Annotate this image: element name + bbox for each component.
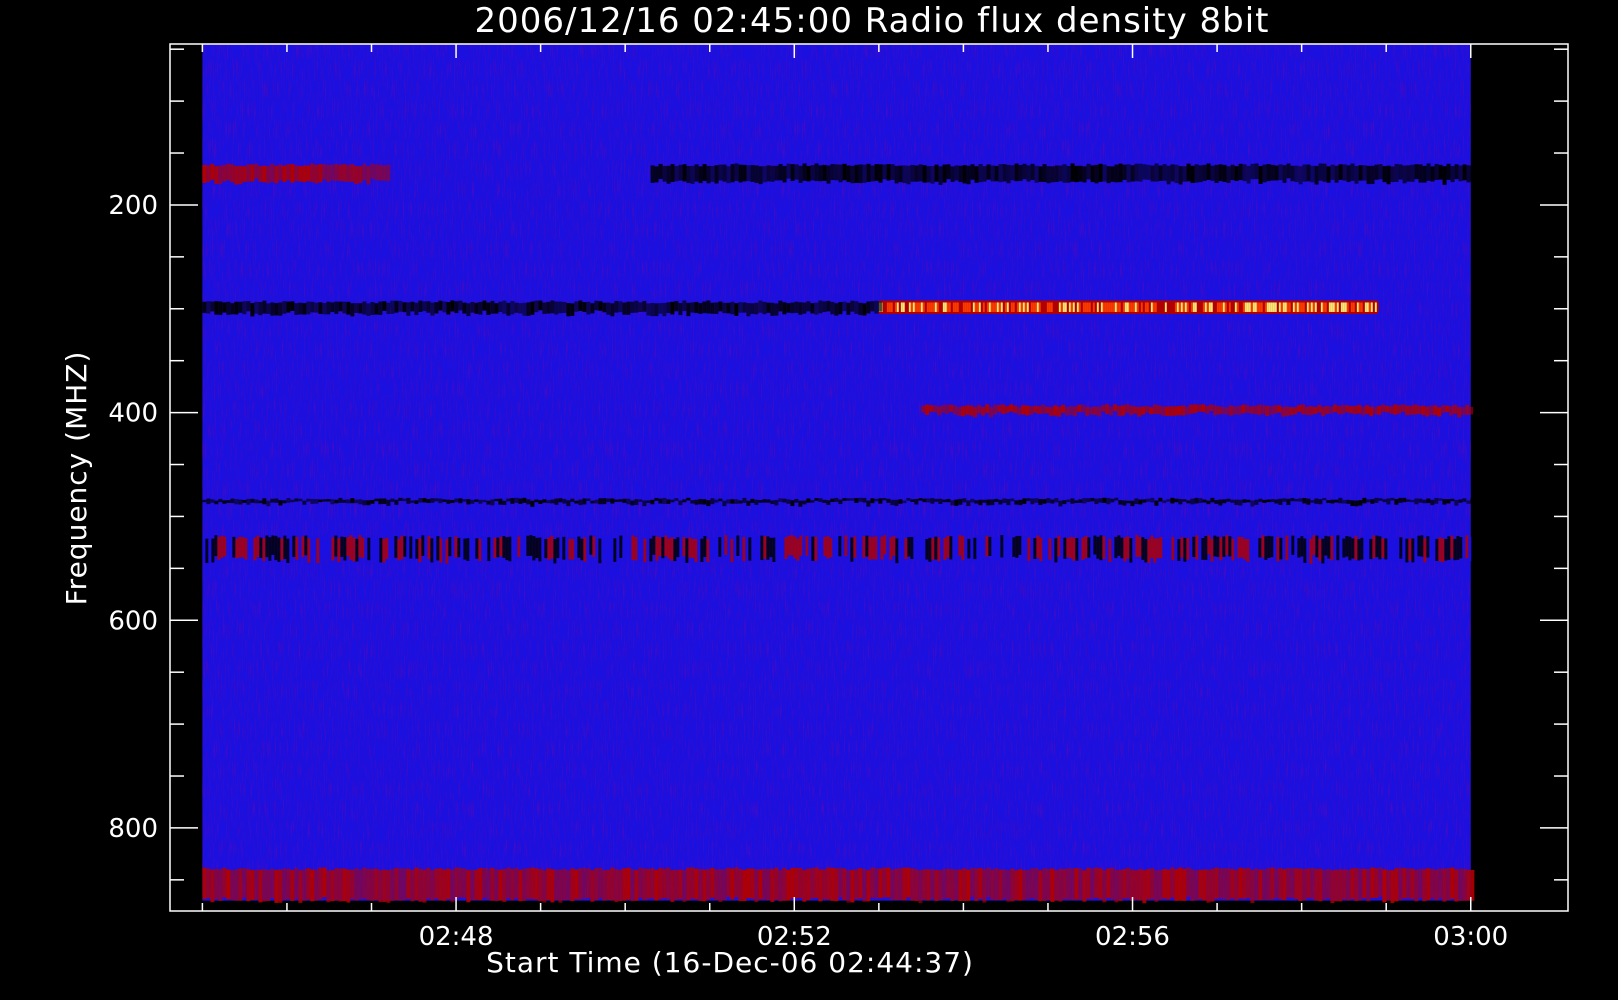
y-tick-label: 800: [108, 814, 158, 844]
chart-title: 2006/12/16 02:45:00 Radio flux density 8…: [475, 1, 1270, 41]
y-tick-label: 600: [108, 606, 158, 636]
spectrogram-chart: 2006/12/16 02:45:00 Radio flux density 8…: [0, 0, 1618, 1000]
feature-burst-band-2: [878, 300, 1379, 314]
feature-red-band-7: [202, 867, 1475, 904]
y-tick-label: 200: [108, 191, 158, 221]
y-tick-label: 400: [108, 399, 158, 429]
x-tick-label: 02:48: [419, 922, 494, 952]
x-tick-label: 03:00: [1433, 922, 1508, 952]
y-axis-label: Frequency (MHZ): [60, 351, 93, 606]
x-axis-label: Start Time (16-Dec-06 02:44:37): [486, 946, 974, 979]
heatmap-image: [202, 44, 1475, 904]
x-tick-label: 02:56: [1095, 922, 1170, 952]
